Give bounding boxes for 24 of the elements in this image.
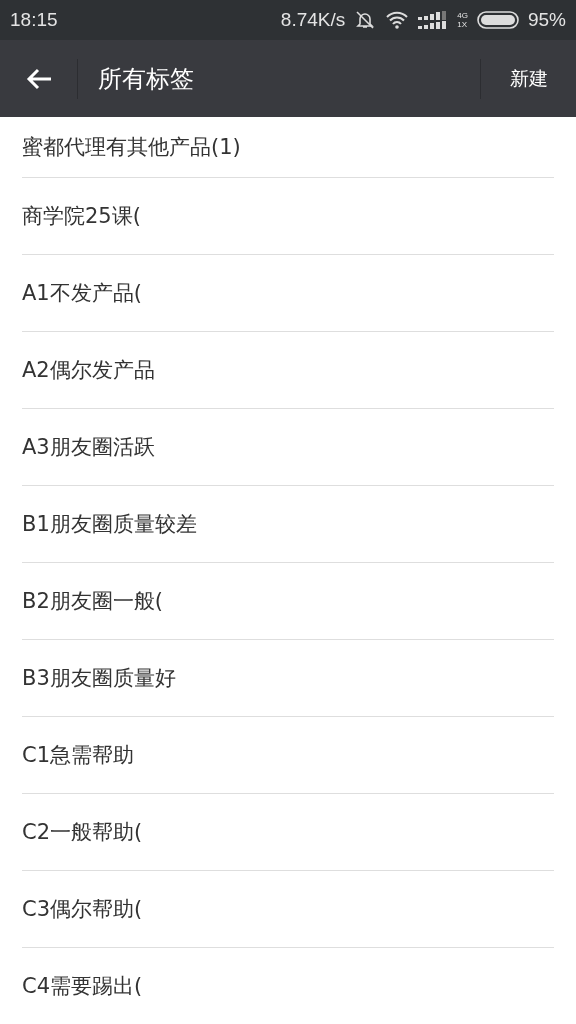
page-title: 所有标签: [98, 63, 195, 95]
signal-icon: [418, 11, 449, 29]
wifi-icon: [385, 11, 410, 29]
tag-item[interactable]: A1不发产品(: [22, 255, 554, 332]
tag-item[interactable]: C2一般帮助(: [22, 794, 554, 871]
tag-item[interactable]: B3朋友圈质量好: [22, 640, 554, 717]
tag-item[interactable]: 蜜都代理有其他产品(1): [22, 117, 554, 178]
tag-item[interactable]: 商学院25课(: [22, 178, 554, 255]
network-speed: 8.74K/s: [280, 9, 346, 31]
tag-item[interactable]: C1急需帮助: [22, 717, 554, 794]
tag-item[interactable]: C4需要踢出(: [22, 948, 554, 1024]
tag-item[interactable]: B1朋友圈质量较差: [22, 486, 554, 563]
clock: 18:15: [10, 9, 58, 31]
tag-item[interactable]: C3偶尔帮助(: [22, 871, 554, 948]
tag-item[interactable]: A3朋友圈活跃: [22, 409, 554, 486]
new-button[interactable]: 新建: [480, 58, 576, 99]
battery-percent: 95%: [527, 9, 566, 31]
network-type: 1X: [457, 20, 468, 29]
tag-item[interactable]: A2偶尔发产品: [22, 332, 554, 409]
tag-item[interactable]: B2朋友圈一般(: [22, 563, 554, 640]
battery-icon: [476, 11, 519, 29]
network-type: 4G: [457, 11, 468, 20]
muted-bell-icon: [354, 10, 377, 30]
back-arrow-icon[interactable]: [24, 66, 53, 91]
